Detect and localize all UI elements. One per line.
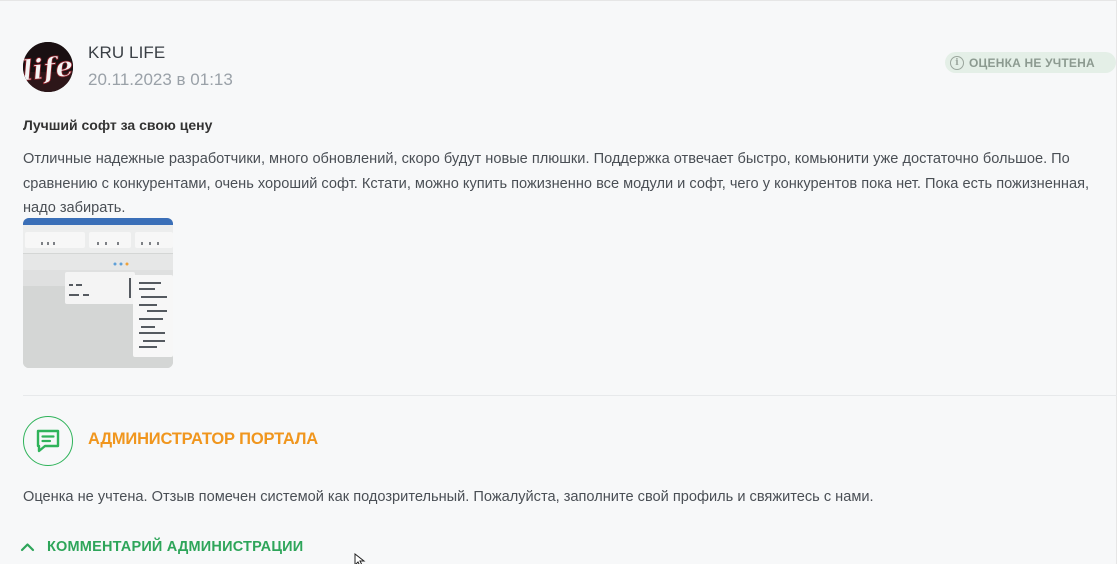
badge-label: ОЦЕНКА НЕ УЧТЕНА xyxy=(969,55,1095,70)
review-attachment-thumbnail[interactable] xyxy=(23,218,173,368)
review-text: Отличные надежные разработчики, много об… xyxy=(23,151,1090,216)
admin-reply-text: Оценка не учтена. Отзыв помечен системой… xyxy=(23,489,874,505)
avatar-text: life xyxy=(23,49,73,87)
avatar-logo-icon: life xyxy=(23,42,73,92)
admin-comment-toggle-label: КОММЕНТАРИЙ АДМИНИСТРАЦИИ xyxy=(47,539,304,555)
author-name[interactable]: KRU LIFE xyxy=(88,43,165,63)
chevron-up-icon xyxy=(20,542,35,552)
admin-comment-toggle[interactable]: КОММЕНТАРИЙ АДМИНИСТРАЦИИ xyxy=(20,536,303,558)
review-title: Лучший софт за свою цену xyxy=(23,117,213,133)
admin-name: АДМИНИСТРАТОР ПОРТАЛА xyxy=(88,430,318,448)
chat-message-icon xyxy=(36,429,60,453)
admin-avatar xyxy=(23,416,73,466)
info-icon: i xyxy=(950,55,964,70)
review-card: life KRU LIFE 20.11.2023 в 01:13 i ОЦЕНК… xyxy=(0,0,1117,564)
mouse-cursor-icon xyxy=(354,553,366,564)
review-date: 20.11.2023 в 01:13 xyxy=(88,70,233,89)
section-divider xyxy=(23,395,1117,396)
rating-status-badge: i ОЦЕНКА НЕ УЧТЕНА xyxy=(945,52,1116,73)
screenshot-thumbnail-icon xyxy=(23,218,173,368)
user-avatar[interactable]: life xyxy=(23,42,73,92)
